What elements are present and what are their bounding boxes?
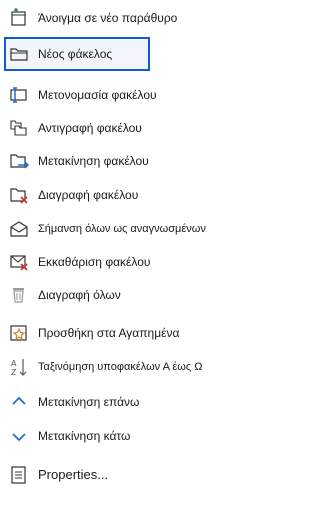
menu-item-label: Προσθήκη στα Αγαπημένα (38, 326, 180, 340)
svg-text:Z: Z (11, 368, 17, 377)
menu-item-label: Διαγραφή όλων (38, 288, 121, 302)
menu-item-label: Ταξινόμηση υποφακέλων Α έως Ω (38, 361, 203, 373)
menu-item-label: Μετακίνηση φακέλου (38, 154, 149, 168)
menu-item-label: Μετονομασία φακέλου (38, 88, 157, 102)
delete-folder-icon (10, 188, 28, 204)
menu-item-clean-up-folder[interactable]: Εκκαθάριση φακέλου (6, 247, 216, 277)
properties-icon (11, 466, 26, 484)
menu-item-move-folder[interactable]: Μετακίνηση φακέλου (6, 146, 216, 176)
mark-all-read-icon (10, 221, 28, 237)
move-folder-icon (10, 154, 29, 169)
delete-all-icon (13, 288, 24, 303)
menu-item-label: Άνοιγμα σε νέο παράθυρο (38, 11, 178, 25)
menu-item-properties[interactable]: Properties... (6, 460, 216, 490)
move-down-icon (12, 433, 26, 442)
menu-item-open-new-window[interactable]: Άνοιγμα σε νέο παράθυρο (6, 3, 216, 33)
menu-item-label: Μετακίνηση επάνω (38, 395, 140, 409)
move-up-icon (12, 396, 26, 405)
menu-item-label: Σήμανση όλων ως αναγνωσμένων (38, 223, 206, 235)
add-to-favorites-icon (10, 325, 27, 341)
new-folder-icon (10, 48, 28, 61)
menu-item-sort-subfolders[interactable]: A Z Ταξινόμηση υποφακέλων Α έως Ω (6, 352, 216, 382)
menu-item-move-up[interactable]: Μετακίνηση επάνω (6, 387, 216, 417)
menu-item-label: Εκκαθάριση φακέλου (38, 255, 151, 269)
copy-folder-icon (10, 120, 27, 136)
rename-folder-icon (10, 87, 27, 103)
folder-context-menu: Άνοιγμα σε νέο παράθυρο Νέος φάκελος Μετ… (0, 0, 220, 508)
menu-item-label: Νέος φάκελος (38, 47, 113, 61)
menu-item-add-to-favorites[interactable]: Προσθήκη στα Αγαπημένα (6, 318, 216, 348)
menu-item-mark-all-read[interactable]: Σήμανση όλων ως αναγνωσμένων (6, 214, 216, 244)
menu-item-label: Μετακίνηση κάτω (38, 429, 131, 443)
menu-item-label: Διαγραφή φακέλου (38, 188, 139, 202)
menu-item-copy-folder[interactable]: Αντιγραφή φακέλου (6, 113, 216, 143)
menu-item-rename-folder[interactable]: Μετονομασία φακέλου (6, 80, 216, 110)
menu-item-label: Properties... (38, 467, 109, 482)
menu-item-label: Αντιγραφή φακέλου (38, 121, 142, 135)
open-new-window-icon (11, 8, 26, 26)
menu-item-delete-folder[interactable]: Διαγραφή φακέλου (6, 180, 216, 210)
menu-item-delete-all[interactable]: Διαγραφή όλων (6, 280, 216, 310)
menu-item-move-down[interactable]: Μετακίνηση κάτω (6, 421, 216, 451)
sort-a-z-icon: A Z (11, 359, 27, 377)
svg-text:A: A (11, 359, 17, 368)
menu-item-new-folder[interactable]: Νέος φάκελος (4, 37, 150, 71)
clean-up-folder-icon (10, 255, 28, 271)
